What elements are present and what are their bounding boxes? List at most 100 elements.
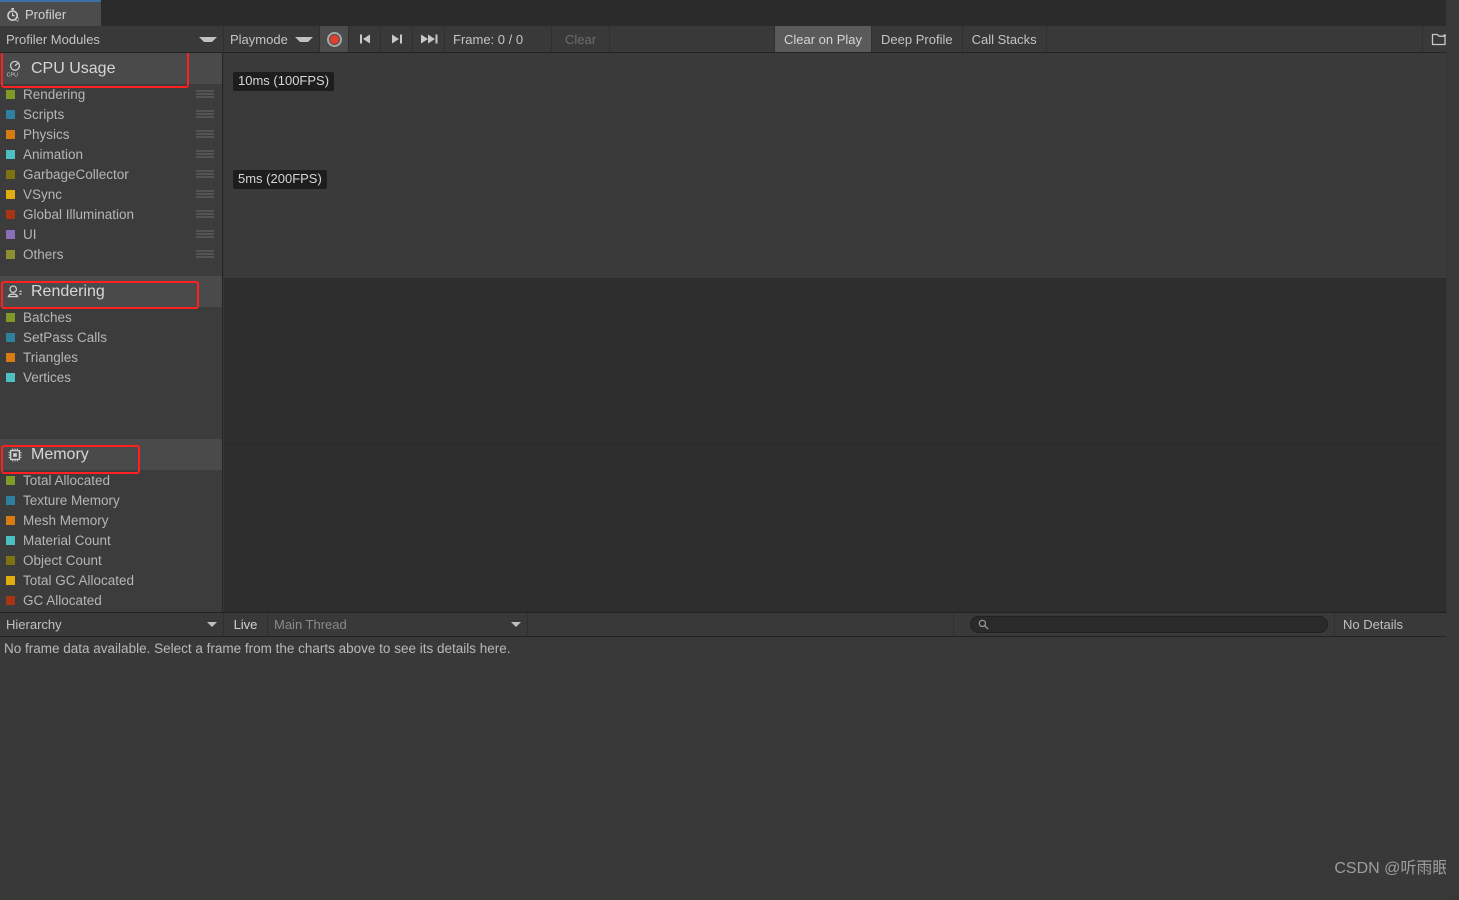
color-swatch bbox=[6, 189, 15, 199]
color-swatch bbox=[6, 515, 15, 525]
profiler-modules-dropdown[interactable]: Profiler Modules bbox=[0, 26, 224, 52]
color-swatch bbox=[6, 209, 15, 219]
color-swatch bbox=[6, 109, 15, 119]
module-spacer bbox=[0, 387, 222, 439]
module-header-rendering[interactable]: Rendering bbox=[0, 276, 222, 307]
counter-row[interactable]: Total GC Allocated bbox=[0, 570, 222, 590]
counter-label: Batches bbox=[23, 309, 72, 325]
frame-counter-label: Frame: 0 / 0 bbox=[453, 31, 524, 47]
color-swatch bbox=[6, 575, 15, 585]
last-frame-button[interactable] bbox=[413, 26, 445, 52]
rendering-icon bbox=[6, 283, 24, 301]
counter-label: Mesh Memory bbox=[23, 512, 109, 528]
counter-label: Texture Memory bbox=[23, 492, 120, 508]
call-stacks-toggle[interactable]: Call Stacks bbox=[963, 26, 1047, 52]
counter-row[interactable]: Batches bbox=[0, 307, 222, 327]
color-swatch bbox=[6, 149, 15, 159]
drag-handle-icon[interactable] bbox=[196, 230, 214, 238]
drag-handle-icon[interactable] bbox=[196, 210, 214, 218]
counter-row[interactable]: Material Count bbox=[0, 530, 222, 550]
drag-handle-icon[interactable] bbox=[196, 110, 214, 118]
counter-row[interactable]: GarbageCollector bbox=[0, 164, 222, 184]
counter-label: Object Count bbox=[23, 552, 102, 568]
first-frame-button[interactable] bbox=[349, 26, 381, 52]
clear-button[interactable]: Clear bbox=[552, 26, 610, 52]
drag-handle-icon[interactable] bbox=[196, 150, 214, 158]
module-list-column: CPU CPU Usage Rendering Scripts Physics … bbox=[0, 53, 223, 612]
tab-profiler[interactable]: Q Profiler bbox=[0, 0, 101, 26]
stopwatch-icon: Q bbox=[6, 7, 21, 22]
module-title-cpu-usage: CPU Usage bbox=[31, 59, 116, 77]
chart-rendering[interactable] bbox=[224, 279, 1459, 445]
module-header-memory[interactable]: Memory bbox=[0, 439, 222, 470]
module-section-memory: Memory Total Allocated Texture Memory Me… bbox=[0, 439, 222, 610]
step-last-icon bbox=[420, 34, 437, 44]
counter-row[interactable]: Mesh Memory bbox=[0, 510, 222, 530]
chevron-down-icon bbox=[207, 622, 217, 627]
counter-row[interactable]: Physics bbox=[0, 124, 222, 144]
counter-row[interactable]: Object Count bbox=[0, 550, 222, 570]
color-swatch bbox=[6, 129, 15, 139]
svg-text:Q: Q bbox=[15, 17, 19, 22]
counter-row[interactable]: Scripts bbox=[0, 104, 222, 124]
counter-label: Triangles bbox=[23, 349, 79, 365]
profiler-modules-label: Profiler Modules bbox=[6, 31, 100, 47]
record-button[interactable] bbox=[320, 26, 349, 52]
detail-view-dropdown[interactable]: Hierarchy bbox=[0, 613, 224, 636]
counter-row[interactable]: UI bbox=[0, 224, 222, 244]
counter-row[interactable]: Rendering bbox=[0, 84, 222, 104]
drag-handle-icon[interactable] bbox=[196, 190, 214, 198]
deep-profile-toggle[interactable]: Deep Profile bbox=[872, 26, 963, 52]
counter-row[interactable]: SetPass Calls bbox=[0, 327, 222, 347]
watermark-text: CSDN @听雨眠 | bbox=[1334, 860, 1457, 877]
live-toggle[interactable]: Live bbox=[224, 613, 268, 636]
color-swatch bbox=[6, 169, 15, 179]
window-tab-bar: Q Profiler bbox=[0, 0, 1459, 26]
next-frame-button[interactable] bbox=[381, 26, 413, 52]
chart-axis-label-10ms: 10ms (100FPS) bbox=[233, 72, 335, 91]
counter-label: Global Illumination bbox=[23, 206, 135, 222]
detail-toolbar-spacer bbox=[528, 613, 954, 636]
color-swatch bbox=[6, 595, 15, 605]
step-next-icon bbox=[391, 34, 402, 44]
drag-handle-icon[interactable] bbox=[196, 250, 214, 258]
color-swatch bbox=[6, 312, 15, 322]
module-header-cpu-usage[interactable]: CPU CPU Usage bbox=[0, 53, 222, 84]
counter-row[interactable]: Vertices bbox=[0, 367, 222, 387]
playmode-dropdown[interactable]: Playmode bbox=[224, 26, 320, 52]
counter-row[interactable]: Total Allocated bbox=[0, 470, 222, 490]
counter-row[interactable]: VSync bbox=[0, 184, 222, 204]
frame-counter: Frame: 0 / 0 bbox=[445, 26, 552, 52]
right-edge-strip bbox=[1446, 0, 1459, 900]
record-icon-dot bbox=[329, 34, 339, 44]
color-swatch bbox=[6, 555, 15, 565]
tab-label: Profiler bbox=[25, 6, 67, 22]
deep-profile-label: Deep Profile bbox=[881, 31, 953, 47]
counter-label: Total Allocated bbox=[23, 472, 111, 488]
counter-label: Rendering bbox=[23, 86, 86, 102]
chevron-down-icon bbox=[199, 36, 217, 42]
clear-on-play-toggle[interactable]: Clear on Play bbox=[775, 26, 873, 52]
counter-row[interactable]: Others bbox=[0, 244, 222, 264]
color-swatch bbox=[6, 89, 15, 99]
search-input[interactable] bbox=[970, 616, 1328, 633]
color-swatch bbox=[6, 475, 15, 485]
drag-handle-icon[interactable] bbox=[196, 90, 214, 98]
clear-on-play-label: Clear on Play bbox=[784, 31, 863, 47]
drag-handle-icon[interactable] bbox=[196, 130, 214, 138]
counter-label: SetPass Calls bbox=[23, 329, 108, 345]
counter-row[interactable]: Texture Memory bbox=[0, 490, 222, 510]
details-label: No Details bbox=[1343, 617, 1403, 632]
details-panel-toggle[interactable]: No Details bbox=[1334, 613, 1459, 636]
counter-row[interactable]: GC Allocated bbox=[0, 590, 222, 610]
chart-memory[interactable] bbox=[224, 445, 1459, 612]
drag-handle-icon[interactable] bbox=[196, 170, 214, 178]
counter-row[interactable]: Animation bbox=[0, 144, 222, 164]
color-swatch bbox=[6, 249, 15, 259]
chart-cpu-usage[interactable]: 10ms (100FPS) 5ms (200FPS) bbox=[224, 53, 1459, 279]
thread-dropdown[interactable]: Main Thread bbox=[268, 613, 528, 636]
counter-row[interactable]: Triangles bbox=[0, 347, 222, 367]
counter-row[interactable]: Global Illumination bbox=[0, 204, 222, 224]
step-first-icon bbox=[359, 34, 370, 44]
profiler-window: Q Profiler Profiler Modules Playmode Fra… bbox=[0, 0, 1459, 900]
